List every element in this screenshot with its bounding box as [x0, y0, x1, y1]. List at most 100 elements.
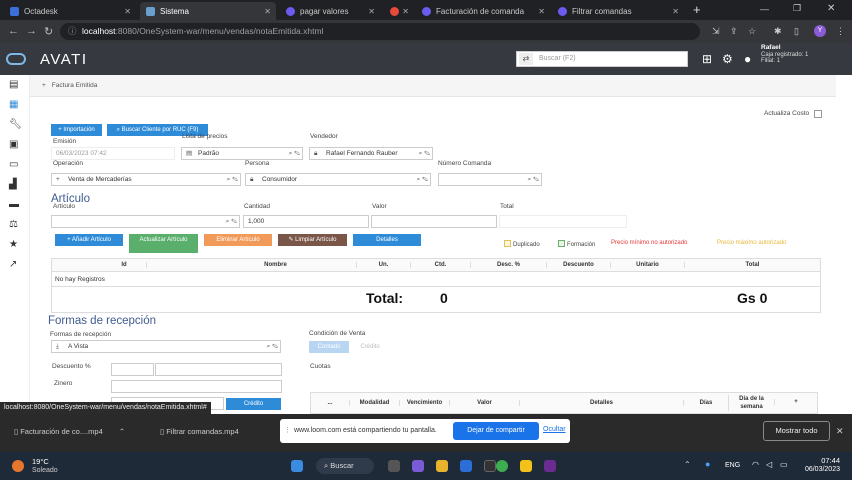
wifi-icon[interactable]: ◠ [752, 460, 759, 469]
zinero-field[interactable] [111, 380, 282, 393]
slack-icon[interactable] [544, 460, 556, 472]
search-edit-icon[interactable]: ⌕ ✎ [226, 216, 237, 227]
tab-filtrar-comandas[interactable]: Filtrar comandas ✕ [552, 2, 684, 20]
close-tab-icon[interactable]: ✕ [538, 7, 545, 16]
download-item[interactable]: ▯ Facturación de co....mp4 ⌃ [14, 427, 125, 436]
chevron-up-icon[interactable]: ⌃ [119, 427, 125, 436]
tab-recording[interactable]: ✕ [384, 2, 414, 20]
extensions-icon[interactable]: ✱ [774, 26, 782, 37]
close-window-icon[interactable]: ✕ [827, 3, 835, 14]
share-icon[interactable]: ⇪ [730, 26, 738, 37]
truck-icon[interactable]: ▬ [9, 199, 19, 210]
volume-icon[interactable]: ◁ [766, 460, 772, 469]
sales-icon[interactable]: ▦ [9, 99, 18, 110]
col-dias[interactable]: Días [683, 400, 728, 406]
descuento-value-field[interactable] [155, 363, 282, 376]
col-un[interactable]: Un. [356, 262, 410, 268]
user-icon[interactable]: ● [744, 52, 751, 66]
tab-sistema[interactable]: Sistema ✕ [140, 2, 276, 20]
col-unitario[interactable]: Unitario [610, 262, 684, 268]
taskbar-search[interactable]: ⌕ Buscar [316, 458, 374, 474]
tab-octadesk[interactable]: Octadesk ✕ [4, 2, 136, 20]
emision-field[interactable]: 06/03/2023 07:42 [51, 147, 175, 160]
task-view-icon[interactable] [388, 460, 400, 472]
articulo-field[interactable]: ⌕ ✎ [51, 215, 240, 228]
store-icon[interactable] [484, 460, 496, 472]
valor-field[interactable] [371, 215, 497, 228]
clock-date[interactable]: 06/03/2023 [800, 466, 840, 473]
sticky-notes-icon[interactable] [520, 460, 532, 472]
col-more[interactable]: ... [311, 400, 349, 406]
contado-toggle[interactable]: Contado [309, 341, 349, 353]
close-tab-icon[interactable]: ✕ [124, 7, 131, 16]
close-tab-icon[interactable]: ✕ [368, 7, 375, 16]
search-edit-icon[interactable]: ⌕ ✎ [227, 174, 238, 185]
col-vencimiento[interactable]: Vencimiento [399, 400, 449, 406]
vendedor-field[interactable]: 🔒︎ Rafael Fernando Rauber ⌕ ✎ [309, 147, 433, 160]
new-tab-button[interactable]: + [693, 2, 701, 17]
chrome-icon[interactable] [496, 460, 508, 472]
col-ctd[interactable]: Ctd. [410, 262, 470, 268]
factory-icon[interactable]: ▟ [9, 179, 17, 190]
stop-sharing-button[interactable]: Dejar de compartir [453, 422, 539, 440]
back-icon[interactable]: ← [8, 25, 19, 37]
search-edit-icon[interactable]: ⌕ ✎ [267, 341, 278, 352]
col-detalles[interactable]: Detalles [519, 400, 683, 406]
microphone-icon[interactable]: ● [705, 459, 710, 469]
tab-facturacion-comanda[interactable]: Facturación de comanda ✕ [416, 2, 550, 20]
profile-avatar[interactable]: Y [814, 25, 826, 37]
sidepanel-icon[interactable]: ▯ [794, 26, 799, 37]
star-icon[interactable]: ★ [9, 239, 18, 250]
plus-icon[interactable]: + [42, 82, 46, 89]
grid-add-icon[interactable]: ⊞ [702, 52, 712, 66]
book-icon[interactable]: ▤ [9, 79, 18, 90]
bookmark-star-icon[interactable]: ☆ [748, 26, 756, 37]
close-tab-icon[interactable]: ✕ [402, 7, 409, 16]
search-edit-icon[interactable]: ⌕ ✎ [417, 174, 428, 185]
persona-field[interactable]: 🔒︎ Consumidor ⌕ ✎ [245, 173, 431, 186]
search-edit-icon[interactable]: ⌕ ✎ [528, 174, 539, 185]
col-id[interactable]: Id [102, 262, 146, 268]
search-edit-icon[interactable]: ⌕ ✎ [419, 148, 430, 159]
importacion-button[interactable]: + Importación [51, 124, 102, 136]
details-button[interactable]: Detalles [353, 234, 421, 246]
tab-pagar-valores[interactable]: pagar valores ✕ [280, 2, 380, 20]
edge-icon[interactable] [460, 460, 472, 472]
refresh-icon[interactable]: ⇄ [519, 53, 533, 65]
language-indicator[interactable]: ENG [725, 462, 740, 469]
clock-time[interactable]: 07:44 [804, 456, 840, 465]
money-icon[interactable]: ▭ [9, 159, 18, 170]
credito-button[interactable]: Crédito [226, 398, 281, 410]
formas-recepcion-field[interactable]: ⤓ A Vista ⌕ ✎ [51, 340, 281, 353]
close-tab-icon[interactable]: ✕ [264, 7, 271, 16]
maximize-icon[interactable]: ❐ [793, 3, 801, 14]
global-search-input[interactable]: ⇄ Buscar (F2) [516, 51, 688, 67]
chart-line-icon[interactable]: ↗ [9, 259, 17, 270]
col-total[interactable]: Total [684, 262, 820, 268]
update-article-button[interactable]: Actualizar Artículo [129, 234, 198, 253]
cubes-icon[interactable]: ▣ [9, 139, 18, 150]
address-input[interactable]: ⓘ localhost:8080/OneSystem-war/menu/vend… [60, 23, 700, 40]
col-descuento[interactable]: Descuento [546, 262, 610, 268]
descuento-pct-field[interactable] [111, 363, 154, 376]
wrench-icon[interactable]: 🔧︎ [9, 119, 22, 130]
windows-start-icon[interactable] [291, 460, 303, 472]
balance-icon[interactable]: ⚖ [9, 219, 18, 230]
numero-comanda-field[interactable]: ⌕ ✎ [438, 173, 542, 186]
close-tab-icon[interactable]: ✕ [672, 7, 679, 16]
col-valor[interactable]: Valor [449, 400, 519, 406]
col-desc-pct[interactable]: Desc. % [470, 262, 546, 268]
actualiza-costo-checkbox[interactable] [814, 110, 822, 118]
minimize-icon[interactable]: — [760, 4, 769, 14]
col-modalidad[interactable]: Modalidad [349, 400, 399, 406]
remove-article-button[interactable]: Eliminar Artículo [204, 234, 272, 246]
lista-precios-field[interactable]: ▤ Padrão ⌕ ✎ [181, 147, 303, 160]
forward-icon[interactable]: → [26, 25, 37, 37]
file-explorer-icon[interactable] [436, 460, 448, 472]
battery-icon[interactable]: ▭ [780, 460, 788, 469]
reload-icon[interactable]: ↻ [44, 25, 53, 38]
teams-icon[interactable] [412, 460, 424, 472]
col-dia-semana[interactable]: Día de la semana [728, 395, 774, 411]
search-edit-icon[interactable]: ⌕ ✎ [289, 148, 300, 159]
hide-link[interactable]: Ocultar [543, 426, 566, 433]
